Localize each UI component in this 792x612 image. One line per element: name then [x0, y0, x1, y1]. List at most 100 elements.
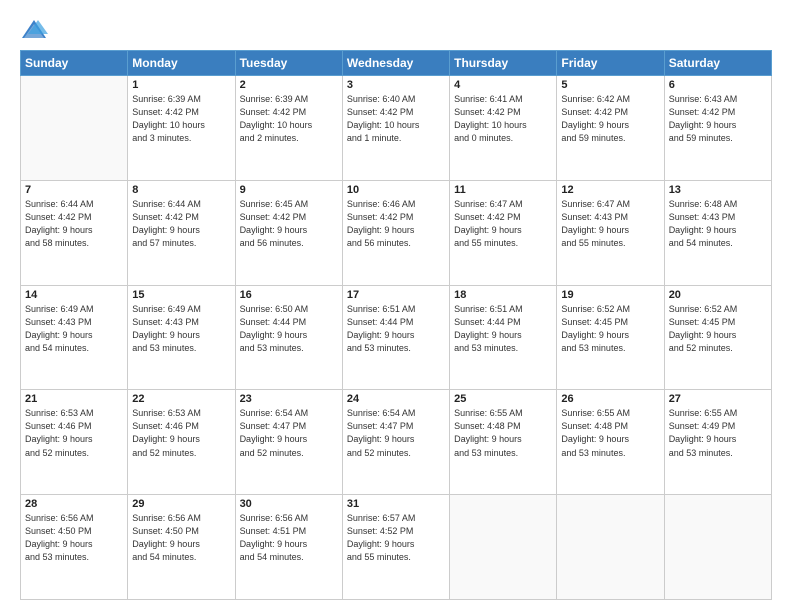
calendar-cell: 30 Sunrise: 6:56 AMSunset: 4:51 PMDayligh…: [235, 495, 342, 600]
day-number: 7: [25, 184, 123, 196]
day-info: Sunrise: 6:56 AMSunset: 4:51 PMDaylight:…: [240, 512, 338, 564]
day-number: 24: [347, 393, 445, 405]
week-row-2: 7 Sunrise: 6:44 AMSunset: 4:42 PMDaylight…: [21, 180, 772, 285]
day-info: Sunrise: 6:49 AMSunset: 4:43 PMDaylight:…: [132, 303, 230, 355]
day-number: 17: [347, 289, 445, 301]
day-info: Sunrise: 6:53 AMSunset: 4:46 PMDaylight:…: [132, 407, 230, 459]
day-info: Sunrise: 6:40 AMSunset: 4:42 PMDaylight:…: [347, 93, 445, 145]
logo: [20, 16, 52, 44]
day-number: 15: [132, 289, 230, 301]
day-number: 3: [347, 79, 445, 91]
day-info: Sunrise: 6:55 AMSunset: 4:48 PMDaylight:…: [454, 407, 552, 459]
day-number: 29: [132, 498, 230, 510]
calendar-cell: 31 Sunrise: 6:57 AMSunset: 4:52 PMDayligh…: [342, 495, 449, 600]
day-number: 4: [454, 79, 552, 91]
day-info: Sunrise: 6:44 AMSunset: 4:42 PMDaylight:…: [132, 198, 230, 250]
calendar-cell: 12 Sunrise: 6:47 AMSunset: 4:43 PMDayligh…: [557, 180, 664, 285]
day-number: 22: [132, 393, 230, 405]
day-number: 30: [240, 498, 338, 510]
day-info: Sunrise: 6:57 AMSunset: 4:52 PMDaylight:…: [347, 512, 445, 564]
calendar-cell: 24 Sunrise: 6:54 AMSunset: 4:47 PMDayligh…: [342, 390, 449, 495]
day-info: Sunrise: 6:56 AMSunset: 4:50 PMDaylight:…: [132, 512, 230, 564]
weekday-header-row: SundayMondayTuesdayWednesdayThursdayFrid…: [21, 51, 772, 76]
day-number: 14: [25, 289, 123, 301]
logo-icon: [20, 16, 48, 44]
calendar-cell: 19 Sunrise: 6:52 AMSunset: 4:45 PMDayligh…: [557, 285, 664, 390]
day-info: Sunrise: 6:55 AMSunset: 4:49 PMDaylight:…: [669, 407, 767, 459]
day-number: 20: [669, 289, 767, 301]
day-info: Sunrise: 6:51 AMSunset: 4:44 PMDaylight:…: [454, 303, 552, 355]
day-number: 5: [561, 79, 659, 91]
calendar-cell: 28 Sunrise: 6:56 AMSunset: 4:50 PMDayligh…: [21, 495, 128, 600]
day-info: Sunrise: 6:52 AMSunset: 4:45 PMDaylight:…: [561, 303, 659, 355]
calendar-cell: 2 Sunrise: 6:39 AMSunset: 4:42 PMDaylight…: [235, 76, 342, 181]
calendar-cell: 26Sunrise: 6:55 AMSunset: 4:48 PMDayligh…: [557, 390, 664, 495]
calendar-cell: 21Sunrise: 6:53 AMSunset: 4:46 PMDayligh…: [21, 390, 128, 495]
weekday-header-saturday: Saturday: [664, 51, 771, 76]
calendar-cell: 20 Sunrise: 6:52 AMSunset: 4:45 PMDayligh…: [664, 285, 771, 390]
calendar-cell: 25Sunrise: 6:55 AMSunset: 4:48 PMDayligh…: [450, 390, 557, 495]
week-row-5: 28 Sunrise: 6:56 AMSunset: 4:50 PMDayligh…: [21, 495, 772, 600]
day-info: Sunrise: 6:54 AMSunset: 4:47 PMDaylight:…: [240, 407, 338, 459]
day-number: 23: [240, 393, 338, 405]
calendar-cell: 1 Sunrise: 6:39 AMSunset: 4:42 PMDaylight…: [128, 76, 235, 181]
page: SundayMondayTuesdayWednesdayThursdayFrid…: [0, 0, 792, 612]
calendar-cell: 10 Sunrise: 6:46 AMSunset: 4:42 PMDayligh…: [342, 180, 449, 285]
calendar-cell: [450, 495, 557, 600]
calendar-cell: 5Sunrise: 6:42 AMSunset: 4:42 PMDaylight…: [557, 76, 664, 181]
calendar-cell: 18 Sunrise: 6:51 AMSunset: 4:44 PMDayligh…: [450, 285, 557, 390]
day-number: 28: [25, 498, 123, 510]
day-number: 1: [132, 79, 230, 91]
day-info: Sunrise: 6:43 AMSunset: 4:42 PMDaylight:…: [669, 93, 767, 145]
weekday-header-sunday: Sunday: [21, 51, 128, 76]
calendar-cell: 8 Sunrise: 6:44 AMSunset: 4:42 PMDaylight…: [128, 180, 235, 285]
day-info: Sunrise: 6:48 AMSunset: 4:43 PMDaylight:…: [669, 198, 767, 250]
day-number: 13: [669, 184, 767, 196]
calendar-cell: 23 Sunrise: 6:54 AMSunset: 4:47 PMDayligh…: [235, 390, 342, 495]
day-number: 6: [669, 79, 767, 91]
calendar-cell: 11Sunrise: 6:47 AMSunset: 4:42 PMDayligh…: [450, 180, 557, 285]
weekday-header-thursday: Thursday: [450, 51, 557, 76]
weekday-header-friday: Friday: [557, 51, 664, 76]
day-info: Sunrise: 6:54 AMSunset: 4:47 PMDaylight:…: [347, 407, 445, 459]
day-number: 16: [240, 289, 338, 301]
calendar-cell: 9 Sunrise: 6:45 AMSunset: 4:42 PMDaylight…: [235, 180, 342, 285]
day-info: Sunrise: 6:39 AMSunset: 4:42 PMDaylight:…: [240, 93, 338, 145]
calendar-cell: 22 Sunrise: 6:53 AMSunset: 4:46 PMDayligh…: [128, 390, 235, 495]
day-info: Sunrise: 6:56 AMSunset: 4:50 PMDaylight:…: [25, 512, 123, 564]
calendar-cell: 17 Sunrise: 6:51 AMSunset: 4:44 PMDayligh…: [342, 285, 449, 390]
day-number: 19: [561, 289, 659, 301]
calendar-cell: 14Sunrise: 6:49 AMSunset: 4:43 PMDayligh…: [21, 285, 128, 390]
calendar-cell: 15 Sunrise: 6:49 AMSunset: 4:43 PMDayligh…: [128, 285, 235, 390]
day-info: Sunrise: 6:45 AMSunset: 4:42 PMDaylight:…: [240, 198, 338, 250]
day-info: Sunrise: 6:51 AMSunset: 4:44 PMDaylight:…: [347, 303, 445, 355]
day-info: Sunrise: 6:47 AMSunset: 4:43 PMDaylight:…: [561, 198, 659, 250]
day-info: Sunrise: 6:44 AMSunset: 4:42 PMDaylight:…: [25, 198, 123, 250]
day-info: Sunrise: 6:52 AMSunset: 4:45 PMDaylight:…: [669, 303, 767, 355]
day-info: Sunrise: 6:41 AMSunset: 4:42 PMDaylight:…: [454, 93, 552, 145]
calendar-cell: [21, 76, 128, 181]
day-number: 2: [240, 79, 338, 91]
day-number: 12: [561, 184, 659, 196]
day-number: 18: [454, 289, 552, 301]
week-row-1: 1 Sunrise: 6:39 AMSunset: 4:42 PMDaylight…: [21, 76, 772, 181]
week-row-3: 14 Sunrise: 6:49 AMSunset: 4:43 PMDayligh…: [21, 285, 772, 390]
calendar-cell: [664, 495, 771, 600]
day-number: 8: [132, 184, 230, 196]
calendar-cell: 6 Sunrise: 6:43 AMSunset: 4:42 PMDaylight…: [664, 76, 771, 181]
day-number: 10: [347, 184, 445, 196]
day-info: Sunrise: 6:53 AMSunset: 4:46 PMDaylight:…: [25, 407, 123, 459]
week-row-4: 21Sunrise: 6:53 AMSunset: 4:46 PMDayligh…: [21, 390, 772, 495]
calendar-cell: 16Sunrise: 6:50 AMSunset: 4:44 PMDayligh…: [235, 285, 342, 390]
header: [20, 16, 772, 44]
day-info: Sunrise: 6:39 AMSunset: 4:42 PMDaylight:…: [132, 93, 230, 145]
calendar-cell: 27 Sunrise: 6:55 AMSunset: 4:49 PMDayligh…: [664, 390, 771, 495]
day-number: 9: [240, 184, 338, 196]
calendar-table: SundayMondayTuesdayWednesdayThursdayFrid…: [20, 50, 772, 600]
day-info: Sunrise: 6:46 AMSunset: 4:42 PMDaylight:…: [347, 198, 445, 250]
day-info: Sunrise: 6:55 AMSunset: 4:48 PMDaylight:…: [561, 407, 659, 459]
calendar-cell: 4 Sunrise: 6:41 AMSunset: 4:42 PMDaylight…: [450, 76, 557, 181]
day-number: 31: [347, 498, 445, 510]
day-number: 27: [669, 393, 767, 405]
weekday-header-wednesday: Wednesday: [342, 51, 449, 76]
